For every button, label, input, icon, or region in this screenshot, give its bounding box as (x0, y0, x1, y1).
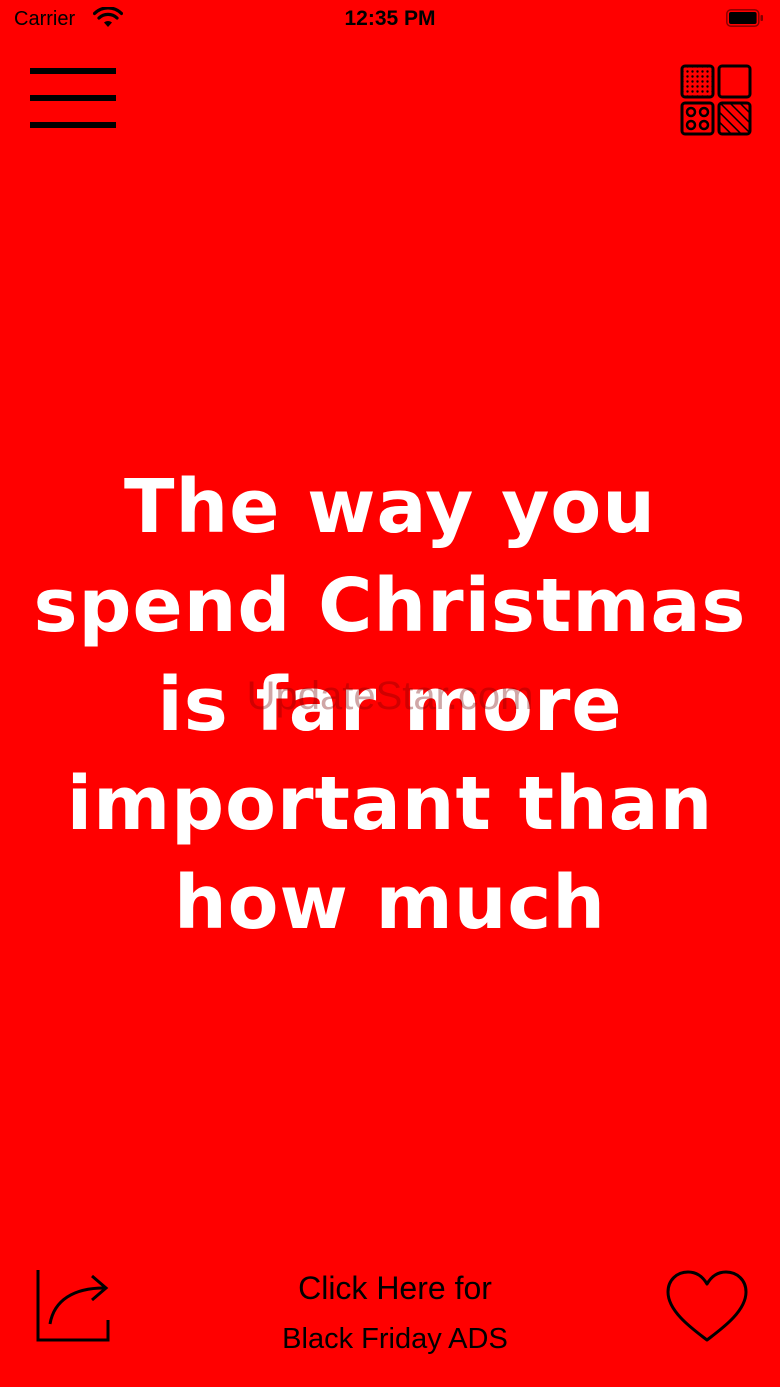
heart-icon[interactable] (664, 1268, 750, 1346)
status-bar: Carrier 12:35 PM (0, 0, 780, 40)
pattern-grid-icon[interactable] (680, 64, 752, 136)
ads-link-line1: Click Here for (298, 1270, 492, 1306)
ads-link-line2: Black Friday ADS (282, 1323, 508, 1355)
menu-button[interactable] (30, 68, 116, 130)
battery-icon (726, 9, 763, 27)
black-friday-ads-link[interactable]: Click Here for Black Friday ADS (240, 1268, 550, 1358)
status-time: 12:35 PM (344, 7, 436, 30)
watermark: UpdateStar.com (246, 674, 534, 718)
share-icon[interactable] (34, 1268, 112, 1344)
